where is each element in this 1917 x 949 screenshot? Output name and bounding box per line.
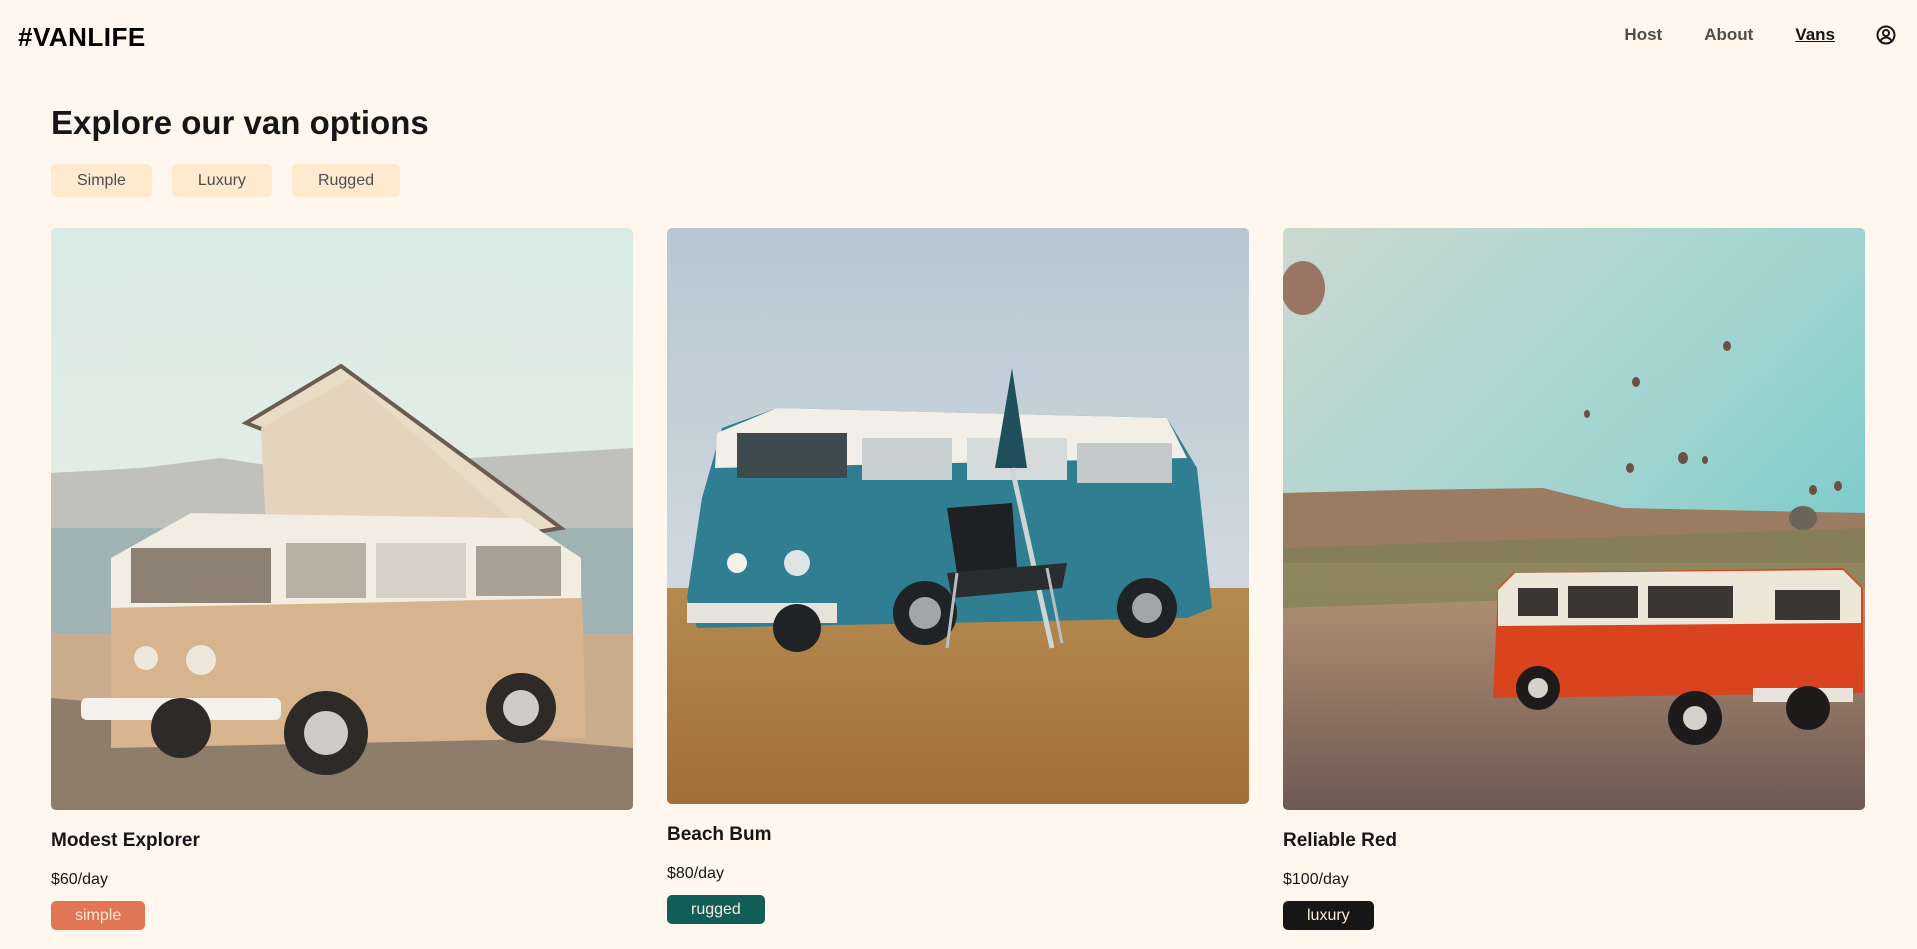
site-logo[interactable]: #VANLIFE (18, 22, 146, 53)
van-name[interactable]: Modest Explorer (51, 830, 633, 852)
main-nav: Host About Vans (1582, 24, 1897, 46)
van-card[interactable]: Modest Explorer $60/day simple (51, 228, 633, 930)
van-type-badge[interactable]: rugged (667, 895, 765, 924)
type-filters: Simple Luxury Rugged (51, 164, 420, 197)
user-circle-icon[interactable] (1875, 24, 1897, 46)
van-name[interactable]: Beach Bum (667, 824, 1249, 846)
site-header: #VANLIFE Host About Vans (0, 0, 1917, 74)
nav-link-host[interactable]: Host (1624, 25, 1662, 45)
van-price: $80/day (667, 865, 724, 882)
filter-rugged-button[interactable]: Rugged (291, 164, 400, 197)
van-card[interactable]: Reliable Red $100/day luxury (1283, 228, 1865, 930)
nav-link-vans[interactable]: Vans (1795, 25, 1835, 45)
filter-luxury-button[interactable]: Luxury (171, 164, 272, 197)
filter-simple-button[interactable]: Simple (51, 164, 152, 197)
van-type-badge[interactable]: simple (51, 901, 146, 930)
van-photo[interactable] (667, 228, 1249, 804)
van-price: $100/day (1283, 871, 1349, 888)
van-photo[interactable] (51, 228, 633, 810)
van-type-badge[interactable]: luxury (1283, 901, 1374, 930)
van-name[interactable]: Reliable Red (1283, 830, 1865, 852)
page-title: Explore our van options (51, 104, 429, 141)
van-price: $60/day (51, 871, 108, 888)
nav-link-about[interactable]: About (1704, 25, 1753, 45)
van-card[interactable]: Beach Bum $80/day rugged (667, 228, 1249, 924)
van-photo[interactable] (1283, 228, 1865, 810)
